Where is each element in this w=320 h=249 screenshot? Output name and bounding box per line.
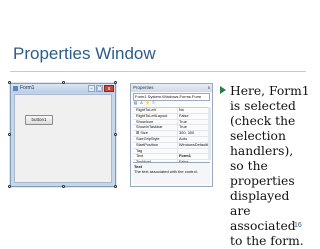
form1-window[interactable]: Form1 – □ x button1: [10, 83, 116, 187]
properties-window: Properties x Form1 System.Windows.Forms.…: [130, 83, 213, 187]
selection-handle[interactable]: [62, 81, 65, 84]
selection-handle[interactable]: [8, 81, 11, 84]
alphabetical-icon[interactable]: A: [139, 100, 144, 105]
property-value[interactable]: [178, 149, 210, 154]
close-icon[interactable]: x: [208, 84, 210, 92]
property-value[interactable]: True: [178, 125, 210, 130]
property-value[interactable]: Auto: [178, 137, 210, 142]
property-name: RightToLeft: [133, 108, 178, 113]
selection-handle[interactable]: [8, 133, 11, 136]
property-name: RightToLeftLayout: [133, 113, 178, 119]
property-value[interactable]: WindowsDefaultLo: [178, 143, 210, 148]
property-value[interactable]: Form1: [178, 154, 210, 159]
property-description: Text The text associated with the contro…: [133, 162, 210, 184]
property-grid-scrollbar[interactable]: [208, 107, 211, 160]
button1[interactable]: button1: [25, 115, 53, 125]
property-value[interactable]: True: [178, 120, 210, 125]
property-name: Tag: [133, 148, 178, 154]
property-name: SizeGripStyle: [133, 136, 178, 142]
description-text: The text associated with the control.: [134, 169, 198, 174]
slide-title: Properties Window: [13, 44, 156, 63]
close-icon[interactable]: x: [104, 85, 114, 92]
property-value[interactable]: 300, 300: [178, 131, 210, 136]
property-name: ShowIcon: [133, 119, 178, 125]
categorized-icon[interactable]: ▤: [133, 100, 138, 105]
property-value[interactable]: False: [178, 114, 210, 119]
page-number: 16: [294, 222, 302, 229]
selection-handle[interactable]: [114, 185, 117, 188]
property-name: ⊞ Size: [133, 131, 178, 136]
property-name: ShowInTaskbar: [133, 125, 178, 131]
property-grid[interactable]: RightToLeft No RightToLeftLayout False Sho…: [133, 107, 210, 166]
property-value[interactable]: No: [178, 108, 210, 113]
properties-toolbar: ▤ A ⚡ ≡: [133, 100, 156, 106]
form-icon: [13, 86, 18, 91]
maximize-icon[interactable]: □: [96, 85, 103, 92]
selection-handle[interactable]: [8, 185, 11, 188]
selection-handle[interactable]: [114, 133, 117, 136]
window-controls: – □ x: [88, 85, 114, 92]
selection-handle[interactable]: [114, 81, 117, 84]
properties-header: Properties x: [131, 84, 212, 92]
selection-handle[interactable]: [62, 185, 65, 188]
bullet-arrow-icon: [220, 86, 226, 94]
minimize-icon[interactable]: –: [88, 85, 95, 92]
form1-caption: Form1: [20, 85, 35, 91]
properties-title: Properties: [133, 85, 154, 90]
property-name: StartPosition: [133, 142, 178, 148]
events-icon[interactable]: ⚡: [145, 100, 150, 105]
form1-titlebar[interactable]: Form1 – □ x: [11, 84, 115, 93]
title-divider: [10, 71, 306, 72]
form1-client-area[interactable]: button1: [14, 94, 112, 183]
property-name: Text: [133, 154, 178, 160]
property-pages-icon[interactable]: ≡: [151, 100, 156, 105]
